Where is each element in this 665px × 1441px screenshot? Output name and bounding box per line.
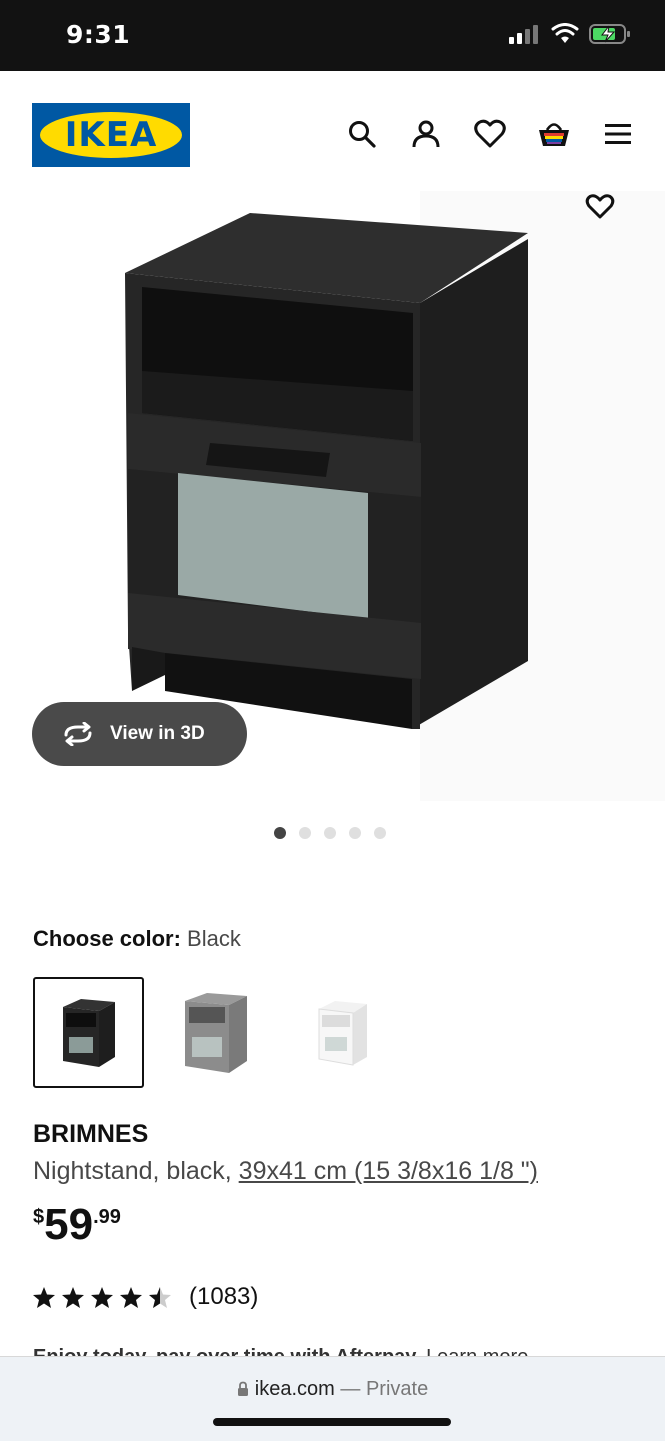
product-price: $59.99 (33, 1200, 121, 1250)
ikea-logo[interactable]: IKEA (32, 103, 190, 167)
browsing-mode: Private (365, 1378, 429, 1400)
heart-icon[interactable] (473, 117, 507, 151)
product-description: Nightstand, black, 39x41 cm (15 3/8x16 1… (33, 1157, 538, 1186)
color-swatches (33, 977, 398, 1088)
product-dimensions-link[interactable]: 39x41 cm (15 3/8x16 1/8 ") (239, 1157, 538, 1185)
battery-charging-icon (589, 24, 630, 44)
site-header: IKEA (0, 71, 665, 191)
color-label: Choose color: Black (33, 926, 241, 952)
price-integer: 59 (44, 1200, 94, 1249)
star-icon (91, 1286, 113, 1308)
menu-icon[interactable] (601, 117, 635, 151)
home-indicator[interactable] (213, 1418, 451, 1426)
price-currency: $ (33, 1206, 45, 1228)
product-desc-text: Nightstand, black, (33, 1157, 239, 1185)
half-star-icon (149, 1286, 171, 1308)
price-decimal: .99 (93, 1206, 121, 1228)
view-in-3d-label: View in 3D (110, 723, 205, 744)
choose-color-label: Choose color: (33, 926, 181, 951)
view-in-3d-button[interactable]: View in 3D (32, 702, 247, 766)
lock-icon (237, 1381, 248, 1396)
rotate-3d-icon (64, 722, 92, 746)
status-icons (509, 23, 631, 45)
status-bar: 9:31 (0, 0, 665, 71)
url-separator: — (334, 1378, 366, 1400)
swatch-white[interactable] (287, 977, 398, 1088)
account-icon[interactable] (409, 117, 443, 151)
product-rating[interactable]: (1083) (33, 1283, 258, 1311)
logo-text: IKEA (64, 115, 158, 155)
url-domain: ikea.com (254, 1378, 335, 1400)
header-nav (345, 117, 635, 151)
carousel-dots (274, 827, 386, 839)
swatch-black[interactable] (33, 977, 144, 1088)
cellular-signal-icon (509, 25, 538, 44)
carousel-dot[interactable] (349, 827, 361, 839)
carousel-dot[interactable] (299, 827, 311, 839)
star-icon (120, 1286, 142, 1308)
status-time: 9:31 (66, 20, 131, 49)
product-name: BRIMNES (33, 1120, 149, 1148)
selected-color-value: Black (187, 926, 241, 951)
review-count: (1083) (189, 1283, 259, 1310)
rating-stars (33, 1286, 171, 1308)
star-icon (33, 1286, 55, 1308)
carousel-dot[interactable] (324, 827, 336, 839)
basket-icon[interactable] (537, 117, 571, 151)
browser-address-bar[interactable]: ikea.com — Private (0, 1356, 665, 1441)
star-icon (62, 1286, 84, 1308)
swatch-gray[interactable] (160, 977, 271, 1088)
carousel-dot[interactable] (274, 827, 286, 839)
carousel-dot[interactable] (374, 827, 386, 839)
search-icon[interactable] (345, 117, 379, 151)
url-display[interactable]: ikea.com — Private (0, 1378, 665, 1401)
wishlist-heart-icon[interactable] (580, 191, 620, 225)
wifi-icon (551, 23, 579, 43)
